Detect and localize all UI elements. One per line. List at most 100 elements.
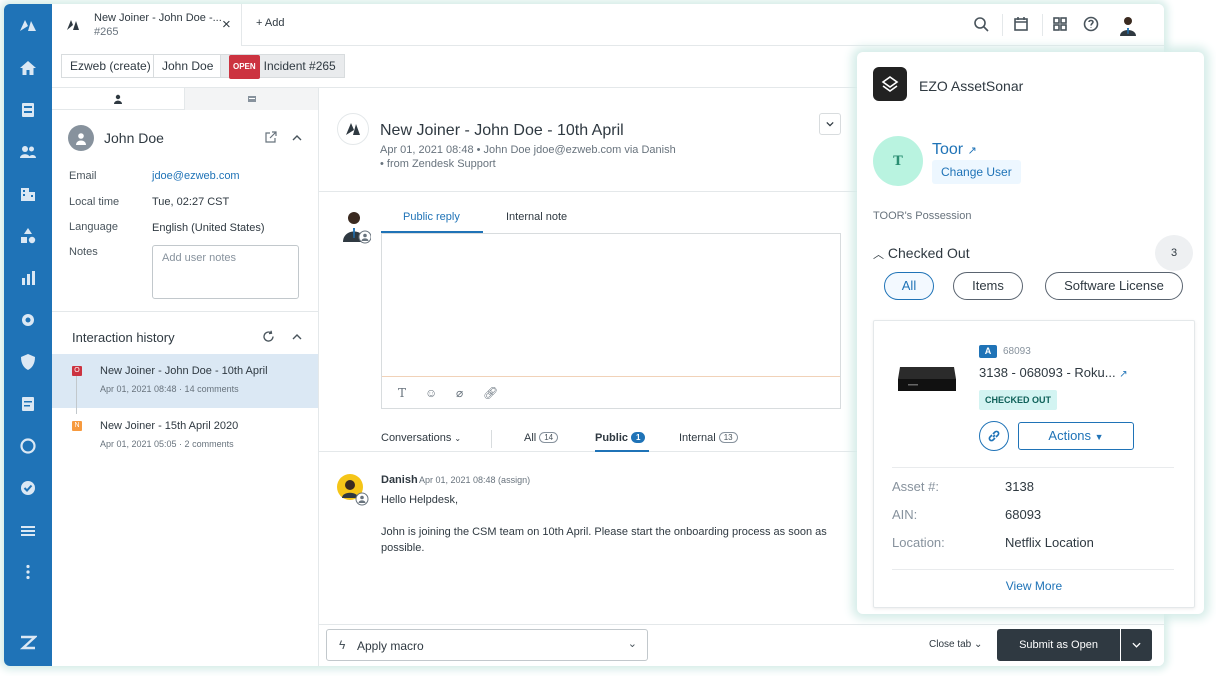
check-circle-icon[interactable] [16, 476, 40, 500]
view-more-link[interactable]: View More [874, 579, 1194, 593]
views-icon[interactable] [16, 98, 40, 122]
message-author-avatar [337, 474, 369, 506]
lightning-icon: ϟ [339, 638, 346, 652]
ticket-title[interactable]: New Joiner - John Doe - 10th April [380, 122, 624, 140]
ticket-tab[interactable]: New Joiner - John Doe -... #265 × [52, 4, 242, 46]
add-tab-button[interactable]: + Add [256, 17, 284, 29]
possession-label: TOOR's Possession [873, 210, 972, 222]
bottom-bar: ϟ Apply macro ⌄ Close tab ⌄ Submit as Op… [319, 624, 1164, 666]
asset-image [898, 367, 956, 391]
tab-number: #265 [94, 26, 119, 38]
filter-items-button[interactable]: Items [953, 272, 1023, 300]
filter-software-license-button[interactable]: Software License [1045, 272, 1183, 300]
reporting-icon[interactable] [16, 266, 40, 290]
close-tab-dropdown[interactable]: Close tab ⌄ [929, 639, 982, 650]
submit-options-button[interactable] [1121, 629, 1152, 661]
email-link[interactable]: jdoe@ezweb.com [152, 170, 240, 182]
list-item[interactable]: N New Joiner - 15th April 2020 Apr 01, 2… [52, 409, 318, 463]
external-link-icon: ↗ [1119, 369, 1128, 380]
zendesk-logo[interactable] [16, 14, 40, 38]
filter-all-button[interactable]: All [884, 272, 934, 300]
agent-avatar [343, 212, 371, 244]
search-icon[interactable] [972, 15, 990, 33]
zendesk-z-icon[interactable] [16, 630, 40, 654]
refresh-icon[interactable] [262, 330, 275, 343]
tab-user[interactable] [52, 88, 184, 110]
count-badge: 13 [718, 432, 738, 443]
apply-macro-select[interactable]: ϟ Apply macro ⌄ [326, 629, 648, 661]
tab-internal-note[interactable]: Internal note [506, 211, 567, 223]
filter-all-label: All [524, 432, 537, 444]
shield-icon[interactable] [16, 350, 40, 374]
ticket-meta: Apr 01, 2021 08:48 • John Doe jdoe@ezweb… [380, 144, 676, 156]
actions-dropdown[interactable]: Actions ▼ [1018, 422, 1134, 450]
language-value: English (United States) [152, 222, 265, 234]
attachment-icon[interactable]: ⌀ [456, 386, 463, 400]
change-user-button[interactable]: Change User [932, 160, 1021, 184]
apps-grid-icon[interactable] [1051, 15, 1069, 33]
asset-name-link[interactable]: 3138 - 068093 - Roku... ↗ [979, 365, 1128, 380]
shapes-icon[interactable] [16, 224, 40, 248]
user-notes-field[interactable]: Add user notes [152, 245, 299, 299]
text-format-icon[interactable]: T [398, 386, 406, 400]
assetsonar-app-panel: EZO AssetSonar T Toor ↗ Change User TOOR… [857, 52, 1204, 614]
emoji-icon[interactable]: ☺ [425, 386, 437, 400]
ticket-tab-icon [67, 20, 79, 30]
history-title: New Joiner - John Doe - 10th April [100, 365, 268, 377]
home-icon[interactable] [16, 56, 40, 80]
reply-editor[interactable]: T ☺ ⌀ 🔗︎ [381, 233, 841, 409]
incident-label: Incident #265 [263, 59, 336, 73]
editor-toolbar: T ☺ ⌀ 🔗︎ [382, 376, 840, 408]
breadcrumb-organization[interactable]: Ezweb (create) [61, 54, 160, 78]
main-nav [4, 4, 52, 666]
message-author: Danish [381, 474, 418, 486]
chevron-up-icon[interactable] [292, 333, 302, 340]
checked-out-toggle[interactable]: ︿ Checked Out [873, 245, 970, 262]
asset-number-label: Asset #: [892, 479, 939, 494]
form-icon[interactable] [16, 392, 40, 416]
calendar-icon[interactable] [1012, 15, 1030, 33]
list-item[interactable]: O New Joiner - John Doe - 10th April Apr… [52, 354, 318, 408]
avatar[interactable] [1117, 14, 1139, 36]
filter-internal[interactable]: Internal 13 [679, 432, 738, 444]
link-button[interactable] [979, 421, 1009, 451]
asset-number-value: 3138 [1005, 479, 1034, 494]
tab-title: New Joiner - John Doe -... [94, 12, 222, 24]
asset-card: A 68093 3138 - 068093 - Roku... ↗ CHECKE… [873, 320, 1195, 608]
link-icon[interactable]: 🔗︎ [483, 386, 498, 400]
local-time-value: Tue, 02:27 CST [152, 196, 230, 208]
more-icon[interactable] [16, 560, 40, 584]
divider [319, 191, 859, 192]
divider [1002, 14, 1003, 36]
avatar [68, 125, 94, 151]
chevron-up-icon[interactable] [292, 134, 302, 141]
tab-organization[interactable] [184, 88, 318, 110]
divider [491, 430, 492, 448]
customers-icon[interactable] [16, 140, 40, 164]
chevron-down-icon: ⌄ [454, 434, 462, 443]
ticket-options-button[interactable] [819, 113, 841, 135]
admin-gear-icon[interactable] [16, 308, 40, 332]
list-icon[interactable] [16, 518, 40, 542]
filter-public[interactable]: Public 1 [595, 432, 646, 444]
author-name: Danish [381, 474, 418, 486]
tab-public-reply[interactable]: Public reply [403, 211, 460, 223]
checked-out-title: Checked Out [887, 245, 970, 261]
organizations-icon[interactable] [16, 182, 40, 206]
sync-icon[interactable] [16, 434, 40, 458]
conversations-label: Conversations [381, 432, 452, 444]
user-name: Toor [932, 141, 964, 158]
conversations-dropdown[interactable]: Conversations ⌄ [381, 432, 461, 444]
breadcrumb-requester[interactable]: John Doe [153, 54, 223, 78]
submit-button[interactable]: Submit as Open [997, 629, 1120, 661]
language-label: Language [69, 221, 118, 233]
ain-label: AIN: [892, 507, 918, 522]
close-tab-icon[interactable]: × [222, 16, 231, 33]
filter-all[interactable]: All 14 [524, 432, 559, 444]
assigned-user-link[interactable]: Toor ↗ [932, 141, 977, 159]
help-icon[interactable] [1082, 15, 1100, 33]
breadcrumb-ticket[interactable]: OPEN Incident #265 [220, 54, 345, 79]
caret-down-icon: ▼ [1094, 432, 1104, 442]
external-link-icon[interactable] [265, 131, 277, 143]
divider [1042, 14, 1043, 36]
